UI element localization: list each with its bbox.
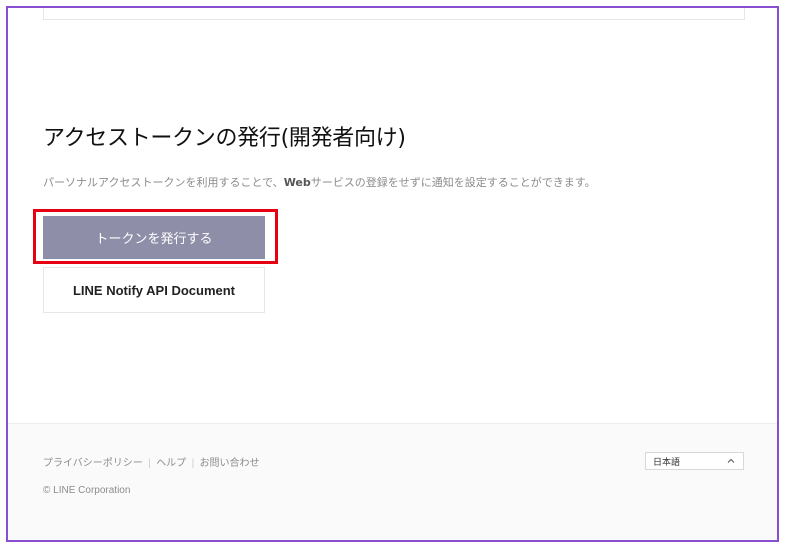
footer-separator: | [147,458,152,469]
language-select-value: 日本語 [653,457,681,468]
api-document-button[interactable]: LINE Notify API Document [43,267,265,313]
footer-links: プライバシーポリシー | ヘルプ | お問い合わせ [43,454,260,469]
issue-token-button[interactable]: トークンを発行する [43,216,265,259]
footer-link-contact[interactable]: お問い合わせ [200,458,260,469]
description-text-after: サービスの登録をせずに通知を設定することができます。 [310,176,596,189]
footer-link-privacy[interactable]: プライバシーポリシー [43,458,143,469]
section-title: アクセストークンの発行(開発者向け) [43,126,406,151]
footer-separator: | [191,458,195,469]
copyright-text: © LINE Corporation [43,485,131,496]
language-select[interactable]: 日本語 [645,452,744,470]
description-text-before: パーソナルアクセストークンを利用することで、 [43,176,284,189]
footer: プライバシーポリシー | ヘルプ | お問い合わせ © LINE Corporation… [8,423,777,540]
footer-link-help[interactable]: ヘルプ [156,458,186,469]
description-text-strong: Web [283,176,311,189]
section-description: パーソナルアクセストークンを利用することで、Webサービスの登録をせずに通知を設… [43,174,596,190]
previous-section-box [43,8,745,20]
chevron-up-icon [726,456,736,466]
page-frame: アクセストークンの発行(開発者向け) パーソナルアクセストークンを利用することで… [6,6,779,542]
